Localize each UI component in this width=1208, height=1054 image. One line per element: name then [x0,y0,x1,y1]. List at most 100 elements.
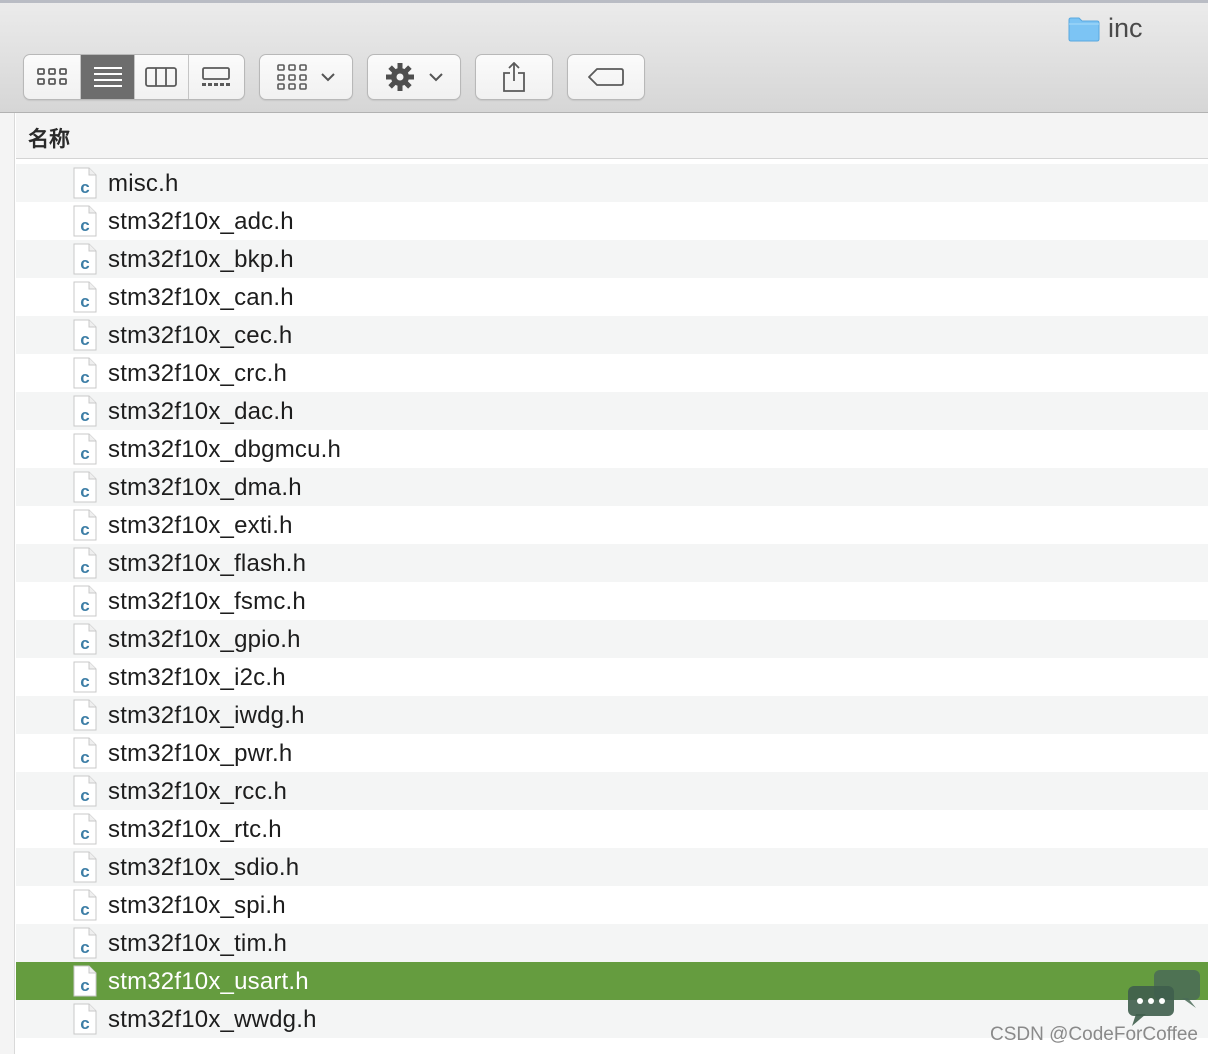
file-name: stm32f10x_flash.h [108,550,307,577]
c-source-file-icon: c [73,889,97,921]
svg-text:c: c [80,786,89,805]
window-title-text: inc [1108,13,1143,43]
svg-text:c: c [80,634,89,653]
c-source-file-icon: c [73,661,97,693]
file-name: stm32f10x_tim.h [108,930,288,957]
file-row[interactable]: c stm32f10x_spi.h [16,886,1208,924]
file-name: stm32f10x_rtc.h [108,816,282,843]
list-view-button[interactable] [81,55,135,99]
svg-text:c: c [80,216,89,235]
file-name: stm32f10x_rcc.h [108,778,288,805]
file-name: stm32f10x_gpio.h [108,626,301,653]
share-icon [503,62,525,92]
c-source-file-icon: c [73,623,97,655]
watermark: CSDN @CodeForCoffee [990,1024,1198,1045]
c-source-file-icon: c [73,281,97,313]
file-list: c misc.h c stm32f10x_adc.h c stm32f10x_bkp.h c… [16,164,1208,1038]
file-row[interactable]: c stm32f10x_dac.h [16,392,1208,430]
gallery-icon [202,67,231,86]
file-row[interactable]: c stm32f10x_tim.h [16,924,1208,962]
file-row[interactable]: c stm32f10x_usart.h [16,962,1208,1000]
action-button[interactable] [367,54,461,100]
svg-text:c: c [80,824,89,843]
svg-text:c: c [80,254,89,273]
svg-text:c: c [80,368,89,387]
file-row[interactable]: c stm32f10x_can.h [16,278,1208,316]
file-row[interactable]: c stm32f10x_cec.h [16,316,1208,354]
file-name: misc.h [108,170,179,197]
file-name: stm32f10x_wwdg.h [108,1006,317,1033]
svg-text:c: c [80,710,89,729]
chevron-down-icon [429,73,443,82]
file-name: stm32f10x_cec.h [108,322,293,349]
group-by-button[interactable] [259,54,353,100]
file-row[interactable]: c misc.h [16,164,1208,202]
gallery-view-button[interactable] [189,55,244,99]
c-source-file-icon: c [73,243,97,275]
file-name: stm32f10x_dbgmcu.h [108,436,342,463]
tag-segment [568,55,644,99]
file-row[interactable]: c stm32f10x_dbgmcu.h [16,430,1208,468]
file-name: stm32f10x_dac.h [108,398,294,425]
action-segment [368,55,460,99]
svg-text:c: c [80,862,89,881]
file-row[interactable]: c stm32f10x_fsmc.h [16,582,1208,620]
file-name: stm32f10x_dma.h [108,474,302,501]
file-row[interactable]: c stm32f10x_rtc.h [16,810,1208,848]
file-row[interactable]: c stm32f10x_adc.h [16,202,1208,240]
svg-text:c: c [80,558,89,577]
file-name: stm32f10x_spi.h [108,892,286,919]
c-source-file-icon: c [73,471,97,503]
file-row[interactable]: c stm32f10x_i2c.h [16,658,1208,696]
svg-text:c: c [80,900,89,919]
svg-text:c: c [80,406,89,425]
svg-text:c: c [80,1014,89,1033]
column-view-button[interactable] [135,55,189,99]
file-row[interactable]: c stm32f10x_bkp.h [16,240,1208,278]
file-row[interactable]: c stm32f10x_flash.h [16,544,1208,582]
column-header-name: 名称 [28,127,70,151]
svg-text:c: c [80,976,89,995]
file-row[interactable]: c stm32f10x_sdio.h [16,848,1208,886]
file-row[interactable]: c stm32f10x_rcc.h [16,772,1208,810]
svg-text:c: c [80,482,89,501]
file-row[interactable]: c stm32f10x_exti.h [16,506,1208,544]
tag-button[interactable] [567,54,645,100]
group-grid-icon [277,64,307,90]
svg-text:c: c [80,178,89,197]
c-source-file-icon: c [73,357,97,389]
sidebar-edge [0,113,15,1054]
svg-text:c: c [80,444,89,463]
icon-view-button[interactable] [24,55,82,99]
c-source-file-icon: c [73,1003,97,1035]
svg-text:c: c [80,292,89,311]
c-source-file-icon: c [73,319,97,351]
file-name: stm32f10x_pwr.h [108,740,293,767]
file-row[interactable]: c stm32f10x_crc.h [16,354,1208,392]
finder-toolbar: inc [0,0,1208,113]
file-row[interactable]: c stm32f10x_iwdg.h [16,696,1208,734]
c-source-file-icon: c [73,851,97,883]
file-name: stm32f10x_i2c.h [108,664,286,691]
file-row[interactable]: c stm32f10x_pwr.h [16,734,1208,772]
svg-text:c: c [80,672,89,691]
file-name: stm32f10x_bkp.h [108,246,294,273]
c-source-file-icon: c [73,167,97,199]
share-button[interactable] [475,54,553,100]
file-name: stm32f10x_can.h [108,284,294,311]
column-header[interactable]: 名称 [16,113,1208,159]
folder-icon [1068,17,1100,41]
list-icon [93,67,122,87]
file-name: stm32f10x_usart.h [108,968,309,995]
file-row[interactable]: c stm32f10x_gpio.h [16,620,1208,658]
file-name: stm32f10x_crc.h [108,360,288,387]
c-source-file-icon: c [73,547,97,579]
c-source-file-icon: c [73,927,97,959]
share-segment [476,55,552,99]
view-mode-control [23,54,245,100]
svg-text:c: c [80,330,89,349]
c-source-file-icon: c [73,737,97,769]
svg-text:c: c [80,520,89,539]
file-row[interactable]: c stm32f10x_dma.h [16,468,1208,506]
svg-text:c: c [80,748,89,767]
